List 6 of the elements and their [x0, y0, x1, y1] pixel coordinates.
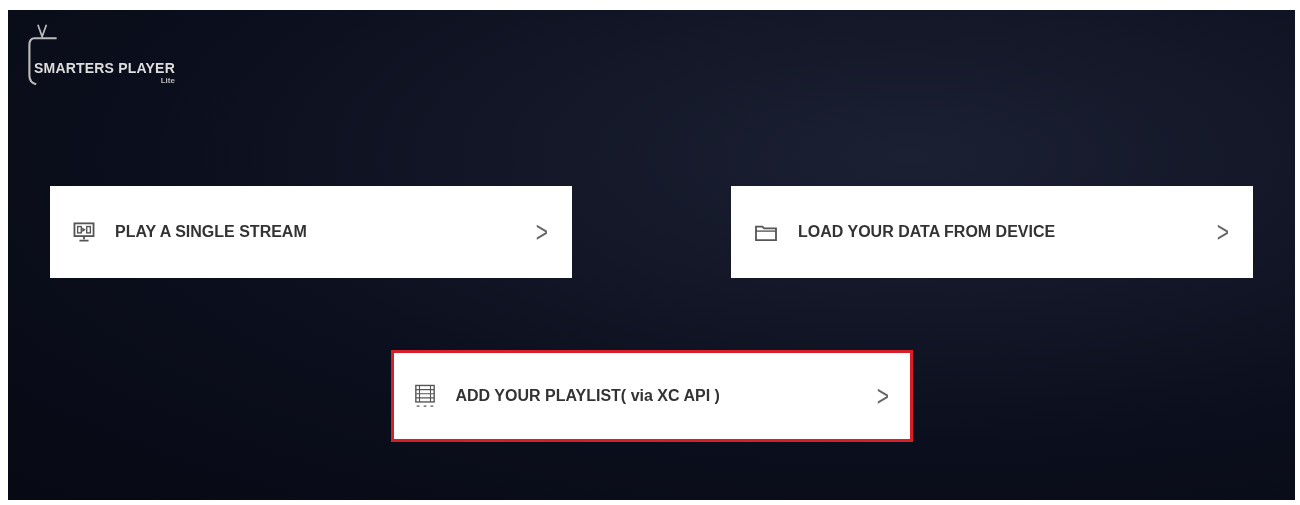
app-logo: SMARTERS PLAYER Lite: [26, 22, 256, 122]
list-icon: [413, 384, 436, 408]
monitor-icon: [73, 222, 95, 242]
menu-option[interactable]: PLAY A SINGLE STREAM >: [50, 186, 572, 278]
menu-option[interactable]: LOAD YOUR DATA FROM DEVICE >: [731, 186, 1253, 278]
menu-option[interactable]: ADD YOUR PLAYLIST( via XC API ) >: [390, 350, 913, 442]
